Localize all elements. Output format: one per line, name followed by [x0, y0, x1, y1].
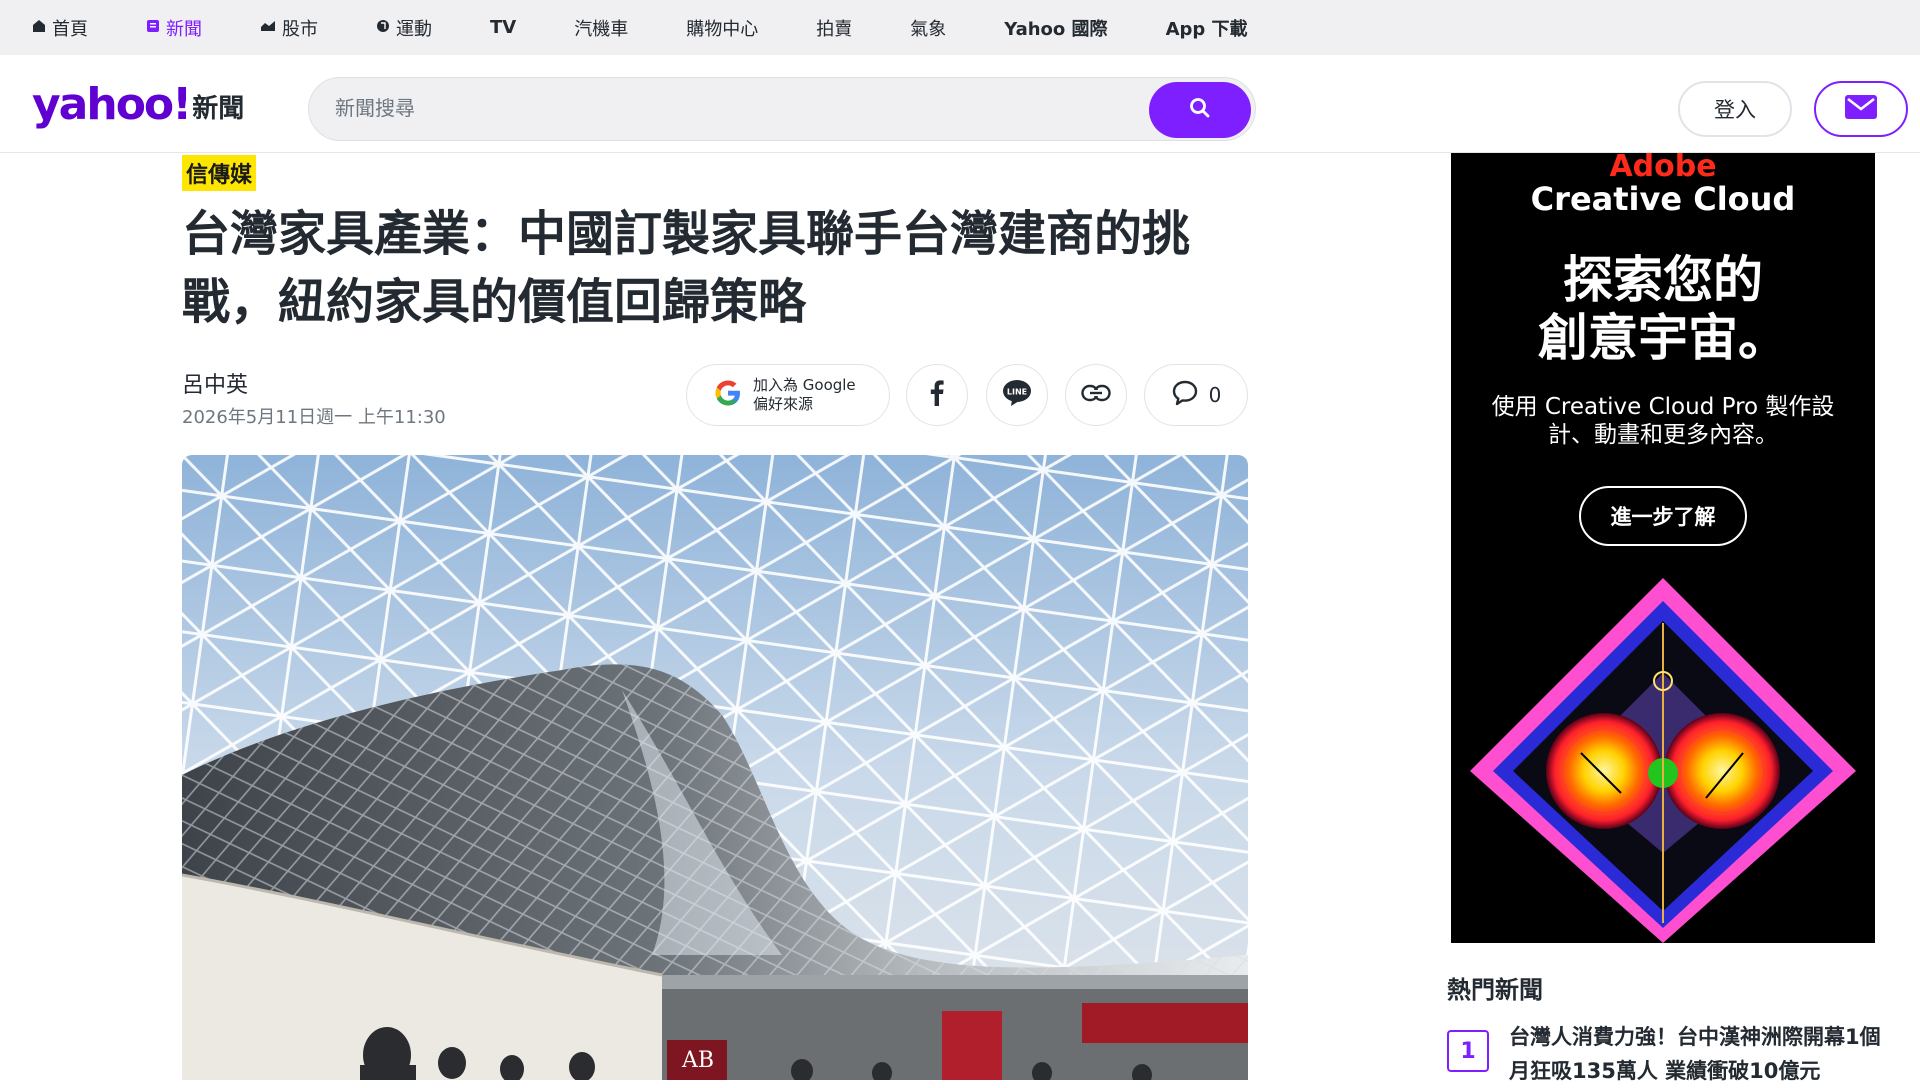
search-icon — [1189, 97, 1211, 123]
topnav-label: TV — [490, 17, 517, 38]
copy-link-button[interactable] — [1065, 364, 1127, 426]
trending-news-headline: 台灣人消費力強！台中漢神洲際開幕1個月狂吸135萬人 業績衝破10億元 — [1509, 1025, 1881, 1083]
ad-headline: 探索您的 創意宇宙。 — [1451, 251, 1875, 367]
hero-sign-text: AB — [681, 1048, 714, 1073]
site-header: yahoo! 新聞 登入 — [0, 55, 1920, 153]
mail-button[interactable] — [1814, 81, 1908, 137]
search-button[interactable] — [1149, 82, 1251, 138]
topnav-label: 拍賣 — [816, 18, 853, 40]
ad-body-text: 使用 Creative Cloud Pro 製作設計、動畫和更多內容。 — [1491, 394, 1835, 448]
trending-news-title: 熱門新聞 — [1447, 976, 1543, 1004]
topnav-label: App 下載 — [1165, 18, 1248, 40]
comment-icon — [1171, 379, 1199, 411]
advertisement-banner[interactable]: Adobe Creative Cloud 探索您的 創意宇宙。 使用 Creat… — [1451, 153, 1875, 943]
trending-news-item[interactable]: 1 台灣人消費力強！台中漢神洲際開幕1個月狂吸135萬人 業績衝破10億元 — [1447, 1020, 1887, 1088]
topnav-label: 首頁 — [52, 18, 88, 40]
article-title: 台灣家具產業：中國訂製家具聯手台灣建商的挑戰，紐約家具的價值回歸策略 — [182, 206, 1191, 330]
login-button[interactable]: 登入 — [1678, 81, 1792, 137]
source-tag[interactable]: 信傳媒 — [182, 155, 257, 191]
google-pref-line1: 加入為 Google — [753, 376, 856, 394]
comments-button[interactable]: 0 — [1144, 364, 1248, 426]
topnav-item-tv[interactable]: TV — [490, 17, 516, 38]
search-bar — [308, 77, 1256, 141]
topnav-item-stock[interactable]: 股市 — [260, 15, 318, 41]
facebook-share-button[interactable] — [906, 364, 968, 426]
topnav-label: 運動 — [396, 18, 432, 40]
topnav-item-sports[interactable]: 運動 — [376, 15, 432, 41]
ad-headline-line1: 探索您的 — [1563, 251, 1763, 309]
google-preferred-source-button[interactable]: 加入為 Google 偏好來源 — [686, 364, 890, 426]
ad-artwork — [1451, 573, 1875, 943]
ad-headline-line2: 創意宇宙。 — [1538, 309, 1788, 367]
topnav-item-shopping[interactable]: 購物中心 — [686, 15, 758, 41]
sports-icon — [376, 19, 390, 37]
topnav-label: 新聞 — [166, 18, 202, 40]
topnav-item-auto[interactable]: 汽機車 — [574, 15, 628, 41]
topnav-item-home[interactable]: 首頁 — [32, 15, 88, 41]
article-date: 2026年5月11日週一 上午11:30 — [182, 407, 446, 428]
stock-icon — [260, 19, 276, 37]
news-icon — [146, 19, 160, 37]
topnav-label: 汽機車 — [574, 18, 629, 40]
article-author: 呂中英 — [182, 373, 249, 398]
home-icon — [32, 19, 46, 37]
line-share-button[interactable]: LINE — [986, 364, 1048, 426]
topnav-item-app-download[interactable]: App 下載 — [1166, 15, 1248, 41]
trending-rank-badge: 1 — [1447, 1030, 1489, 1072]
facebook-icon — [930, 380, 944, 410]
mail-icon — [1844, 94, 1878, 124]
line-icon: LINE — [1002, 379, 1032, 411]
search-input[interactable] — [335, 96, 1095, 120]
google-icon — [713, 378, 743, 412]
google-pref-line2: 偏好來源 — [753, 395, 814, 413]
logo-wordmark: yahoo! — [32, 79, 192, 130]
svg-text:LINE: LINE — [1007, 388, 1027, 397]
topnav-item-news[interactable]: 新聞 — [146, 15, 202, 41]
topnav-item-yahoo-international[interactable]: Yahoo 國際 — [1004, 15, 1107, 41]
topnav-label: 股市 — [282, 18, 318, 40]
google-pref-label: 加入為 Google 偏好來源 — [753, 376, 856, 414]
link-icon — [1081, 384, 1111, 406]
yahoo-news-logo[interactable]: yahoo! 新聞 — [32, 83, 244, 127]
topnav-item-weather[interactable]: 氣象 — [910, 15, 946, 41]
topnav-label: 購物中心 — [686, 18, 759, 40]
ad-cta-button[interactable]: 進一步了解 — [1579, 486, 1747, 546]
top-navigation: 首頁 新聞 股市 運動 TV 汽機車 購物中心 拍賣 氣象 Yahoo 國際 A… — [0, 0, 1920, 55]
ad-product-name: Creative Cloud — [1530, 180, 1796, 218]
topnav-label: 氣象 — [910, 18, 947, 40]
topnav-item-auction[interactable]: 拍賣 — [816, 15, 852, 41]
comment-count: 0 — [1208, 383, 1222, 407]
logo-subtitle: 新聞 — [192, 94, 245, 124]
topnav-label: Yahoo 國際 — [1004, 18, 1108, 40]
article-hero-image[interactable]: AB — [182, 455, 1248, 1080]
